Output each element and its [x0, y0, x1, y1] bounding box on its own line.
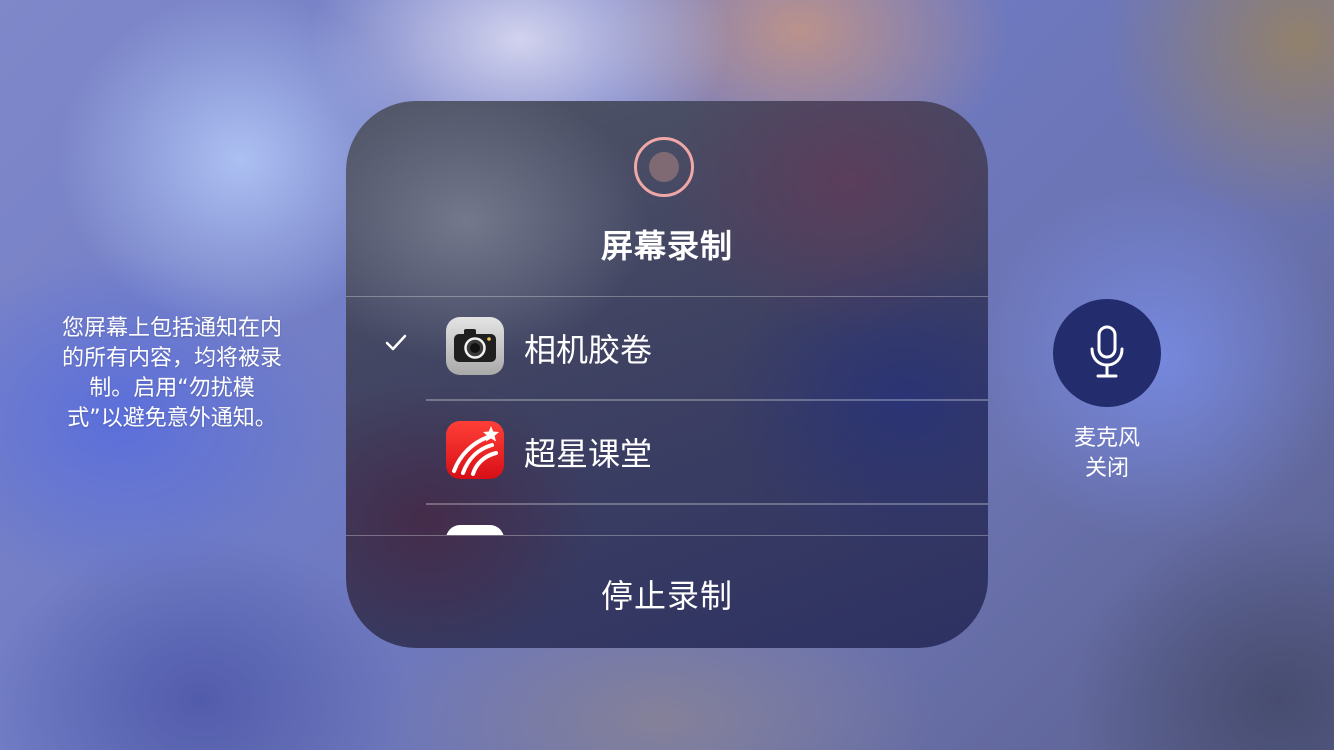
checkmark-icon: [385, 334, 407, 351]
partial-app-icon: [446, 525, 504, 535]
destination-list: 相机胶卷 超星课堂: [346, 297, 988, 535]
stop-recording-button[interactable]: 停止录制: [346, 571, 988, 617]
destination-label: 相机胶卷: [524, 331, 653, 369]
destination-row-camera-roll[interactable]: 相机胶卷: [346, 297, 988, 401]
record-icon: [634, 137, 694, 197]
record-dot: [649, 152, 679, 182]
microphone-status: 关闭: [1084, 456, 1129, 481]
microphone-label-group: 麦克风 关闭: [1040, 424, 1174, 484]
destination-row-chaoxing[interactable]: 超星课堂: [346, 401, 988, 505]
camera-icon: [446, 317, 504, 375]
panel-title: 屏幕录制: [600, 227, 733, 265]
destination-row-partial[interactable]: [346, 505, 988, 535]
divider: [346, 535, 988, 536]
microphone-label: 麦克风: [1073, 426, 1140, 451]
destination-label: 超星课堂: [524, 435, 653, 473]
microphone-icon: [1090, 325, 1124, 378]
recording-notice: 您屏幕上包括通知在内 的所有内容，均将被录 制。启用“勿扰模 式”以避免意外通知…: [61, 316, 282, 431]
screen-recording-panel: 屏幕录制 相机胶卷 超星课堂 停止录制: [346, 101, 988, 648]
chaoxing-app-icon: [446, 421, 504, 479]
microphone-toggle-button[interactable]: [1053, 299, 1161, 407]
